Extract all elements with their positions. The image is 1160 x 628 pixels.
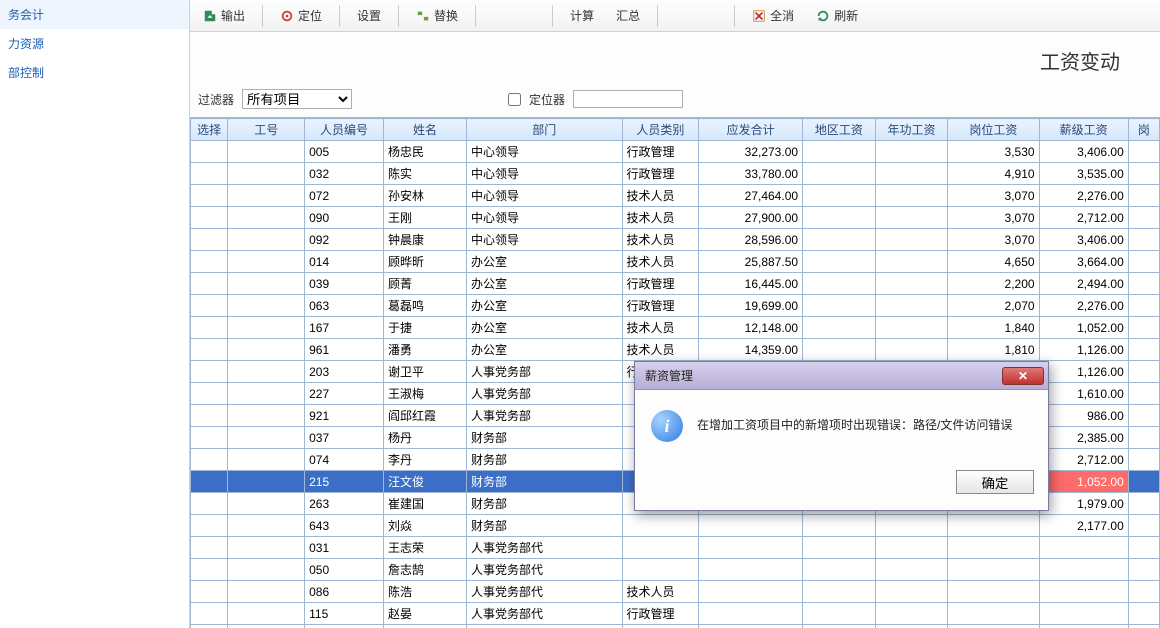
dialog-message: 在增加工资项目中的新增项时出现错误：路径/文件访问错误	[697, 410, 1032, 433]
table-row[interactable]: 063葛磊鸣办公室行政管理19,699.002,0702,276.00	[191, 295, 1160, 317]
toolbar: 输出 定位 设置 替换 计算 汇总 全消 刷新	[190, 0, 1160, 32]
table-row[interactable]: 643刘焱财务部2,177.00	[191, 515, 1160, 537]
filter-label: 过滤器	[198, 91, 234, 108]
summary-button[interactable]: 汇总	[607, 3, 649, 28]
replace-button[interactable]: 替换	[407, 3, 467, 28]
locator-label: 定位器	[529, 91, 565, 108]
locate-button[interactable]: 定位	[271, 3, 331, 28]
locator-checkbox[interactable]	[508, 93, 521, 106]
main-panel: 输出 定位 设置 替换 计算 汇总 全消 刷新 工资变动 过滤器 所有项目 定位…	[190, 0, 1160, 628]
column-header[interactable]: 人员编号	[305, 119, 384, 141]
export-icon	[203, 9, 217, 23]
column-header[interactable]: 人员类别	[622, 119, 699, 141]
info-icon: i	[651, 410, 683, 442]
column-header[interactable]: 选择	[191, 119, 228, 141]
column-header[interactable]: 薪级工资	[1039, 119, 1128, 141]
sidebar-item-control[interactable]: 部控制	[0, 58, 189, 87]
replace-icon	[416, 9, 430, 23]
sidebar: 务会计 力资源 部控制	[0, 0, 190, 628]
dialog-title-text: 薪资管理	[645, 367, 693, 384]
table-row[interactable]: 050詹志鹄人事党务部代	[191, 559, 1160, 581]
filter-bar: 过滤器 所有项目 定位器	[190, 85, 1160, 117]
column-header[interactable]: 部门	[466, 119, 622, 141]
table-row[interactable]: 115赵晏人事党务部代行政管理	[191, 603, 1160, 625]
column-header[interactable]: 年功工资	[875, 119, 948, 141]
refresh-button[interactable]: 刷新	[807, 3, 867, 28]
column-header[interactable]: 工号	[228, 119, 305, 141]
table-row[interactable]: 090王刚中心领导技术人员27,900.003,0702,712.00	[191, 207, 1160, 229]
column-header[interactable]: 应发合计	[699, 119, 803, 141]
column-header[interactable]: 岗	[1128, 119, 1159, 141]
target-icon	[280, 9, 294, 23]
table-row[interactable]: 039顾菁办公室行政管理16,445.002,2002,494.00	[191, 273, 1160, 295]
error-dialog: 薪资管理 ✕ i 在增加工资项目中的新增项时出现错误：路径/文件访问错误 确定	[634, 361, 1049, 511]
column-header[interactable]: 地区工资	[803, 119, 876, 141]
column-header[interactable]: 姓名	[383, 119, 466, 141]
locator-input[interactable]	[573, 90, 683, 108]
filter-select[interactable]: 所有项目	[242, 89, 352, 109]
table-row[interactable]: 086陈浩人事党务部代技术人员	[191, 581, 1160, 603]
table-row[interactable]: 014顾晔昕办公室技术人员25,887.504,6503,664.00	[191, 251, 1160, 273]
page-title: 工资变动	[190, 32, 1160, 85]
dialog-titlebar[interactable]: 薪资管理 ✕	[635, 362, 1048, 390]
refresh-icon	[816, 9, 830, 23]
column-header[interactable]: 岗位工资	[948, 119, 1039, 141]
clear-all-button[interactable]: 全消	[743, 3, 803, 28]
export-button[interactable]: 输出	[194, 3, 254, 28]
clear-icon	[752, 9, 766, 23]
sidebar-item-accounting[interactable]: 务会计	[0, 0, 189, 29]
settings-button[interactable]: 设置	[348, 3, 390, 28]
table-row[interactable]: 167于捷办公室技术人员12,148.001,8401,052.00	[191, 317, 1160, 339]
dialog-close-button[interactable]: ✕	[1002, 367, 1044, 385]
table-row[interactable]: 072孙安林中心领导技术人员27,464.003,0702,276.00	[191, 185, 1160, 207]
table-row[interactable]: 031王志荣人事党务部代	[191, 537, 1160, 559]
table-row[interactable]: 092钟晨康中心领导技术人员28,596.003,0703,406.00	[191, 229, 1160, 251]
table-row[interactable]: 032陈实中心领导行政管理33,780.004,9103,535.00	[191, 163, 1160, 185]
sidebar-item-hr[interactable]: 力资源	[0, 29, 189, 58]
close-icon: ✕	[1018, 369, 1028, 383]
calc-button[interactable]: 计算	[561, 3, 603, 28]
dialog-ok-button[interactable]: 确定	[956, 470, 1034, 494]
table-row[interactable]: 961潘勇办公室技术人员14,359.001,8101,126.00	[191, 339, 1160, 361]
table-row[interactable]: 005杨忠民中心领导行政管理32,273.003,5303,406.00	[191, 141, 1160, 163]
table-row[interactable]: 041李晓明业务管理部行政管理16,006.002,2002,603.00	[191, 625, 1160, 628]
